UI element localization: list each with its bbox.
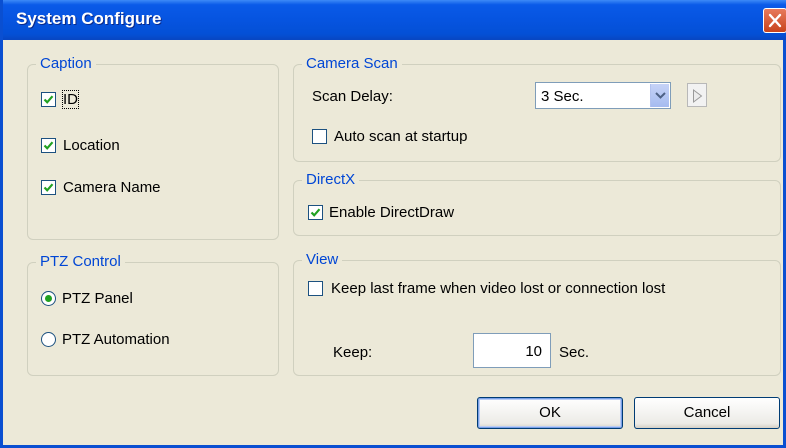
location-checkbox[interactable] <box>41 138 56 153</box>
cancel-button-label: Cancel <box>683 404 731 421</box>
auto-scan-checkbox[interactable] <box>312 129 327 144</box>
id-label[interactable]: ID <box>62 90 79 109</box>
camera-name-checkbox[interactable] <box>41 180 56 195</box>
enable-directdraw-label[interactable]: Enable DirectDraw <box>329 204 454 221</box>
system-configure-dialog: System Configure Caption ID Location Cam… <box>0 0 786 448</box>
keep-seconds-value: 10 <box>525 343 542 360</box>
camera-scan-group: Camera Scan <box>293 55 781 162</box>
title-bar[interactable]: System Configure <box>3 0 786 40</box>
checkmark-icon <box>43 95 54 104</box>
caption-legend: Caption <box>36 55 96 72</box>
scan-delay-label: Scan Delay: <box>312 88 393 105</box>
keep-seconds-input[interactable]: 10 <box>473 333 551 368</box>
ptz-control-group: PTZ Control <box>27 253 279 376</box>
checkmark-icon <box>310 208 321 217</box>
ptz-panel-label[interactable]: PTZ Panel <box>62 290 133 307</box>
dropdown-button[interactable] <box>650 84 669 107</box>
camera-scan-legend: Camera Scan <box>302 55 402 72</box>
chevron-down-icon <box>655 92 666 99</box>
keep-label: Keep: <box>333 344 373 361</box>
ptz-automation-radio[interactable] <box>41 332 56 347</box>
window-title: System Configure <box>16 9 162 28</box>
ptz-automation-label[interactable]: PTZ Automation <box>62 331 170 348</box>
close-icon <box>768 13 782 28</box>
ptz-control-legend: PTZ Control <box>36 253 125 270</box>
scan-play-button[interactable] <box>687 83 707 107</box>
seconds-unit-label: Sec. <box>559 344 590 361</box>
directx-legend: DirectX <box>302 171 360 188</box>
cancel-button[interactable]: Cancel <box>634 397 780 429</box>
ptz-panel-radio[interactable] <box>41 291 56 306</box>
ok-button-label: OK <box>539 404 561 421</box>
keep-last-frame-label[interactable]: Keep last frame when video lost or conne… <box>331 280 665 297</box>
auto-scan-label[interactable]: Auto scan at startup <box>334 128 467 145</box>
camera-name-label[interactable]: Camera Name <box>63 179 161 196</box>
radio-selected-dot <box>45 295 52 302</box>
keep-last-frame-checkbox[interactable] <box>308 281 323 296</box>
scan-delay-select[interactable]: 3 Sec. <box>535 82 671 109</box>
id-checkbox[interactable] <box>41 92 56 107</box>
checkmark-icon <box>43 141 54 150</box>
enable-directdraw-checkbox[interactable] <box>308 205 323 220</box>
play-icon <box>693 89 703 103</box>
ok-button[interactable]: OK <box>477 397 623 429</box>
view-legend: View <box>302 251 343 268</box>
scan-delay-value: 3 Sec. <box>541 88 584 105</box>
location-label[interactable]: Location <box>63 137 120 154</box>
checkmark-icon <box>43 183 54 192</box>
close-button[interactable] <box>763 8 786 33</box>
